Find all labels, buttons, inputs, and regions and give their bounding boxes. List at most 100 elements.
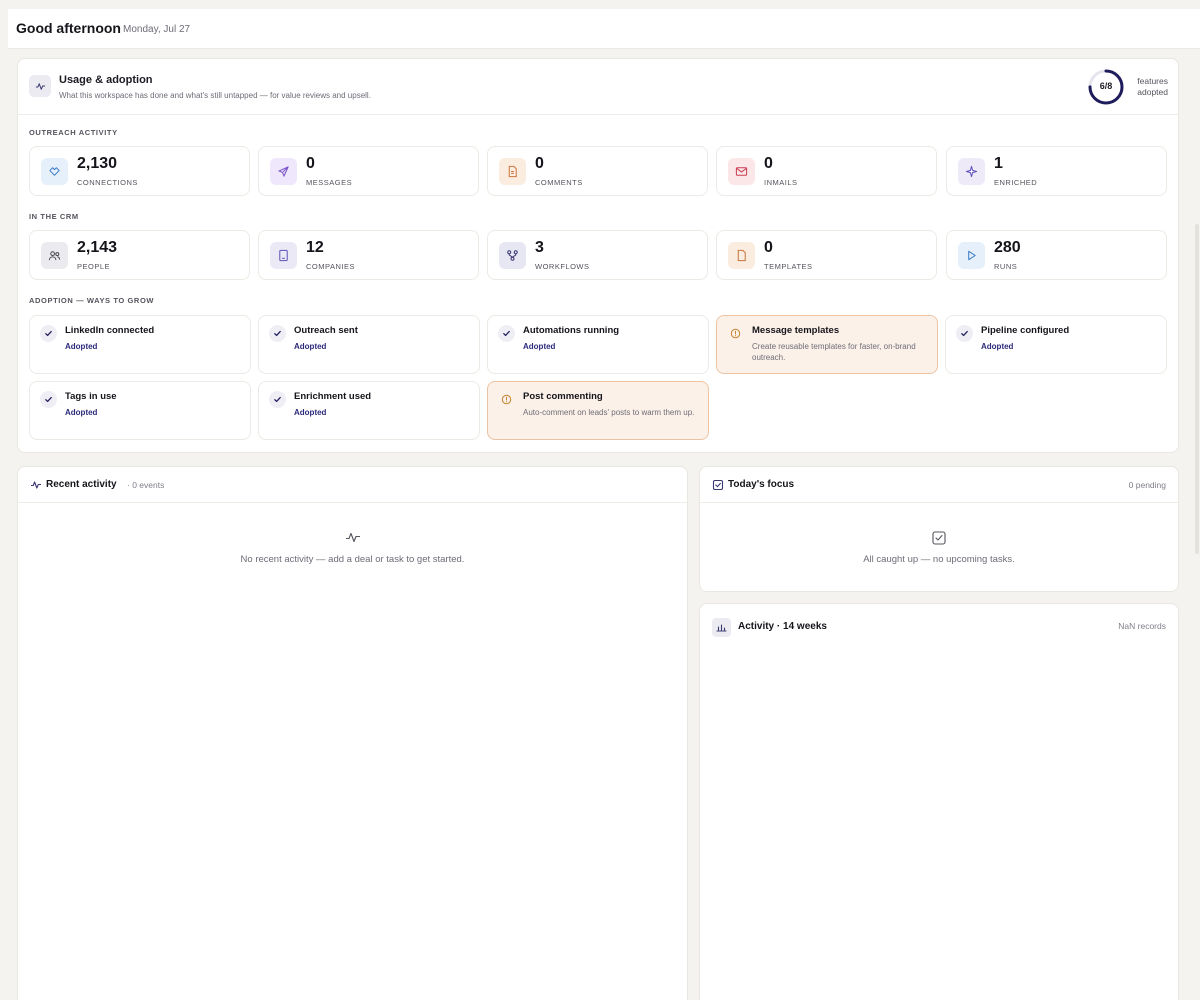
handshake-icon — [41, 158, 68, 185]
top-bar: Good afternoon Monday, Jul 27 — [8, 9, 1200, 49]
recent-activity-header: Recent activity · 0 events — [18, 467, 687, 503]
pulse-icon — [346, 532, 360, 543]
activity-weeks-header: Activity · 14 weeks NaN records — [700, 604, 1178, 648]
info-icon — [498, 391, 515, 408]
info-icon — [727, 325, 744, 342]
stat-comments[interactable]: 0 COMMENTS — [487, 146, 708, 196]
adoption-section-label: ADOPTION — WAYS TO GROW — [29, 296, 155, 305]
feature-pipeline-configured[interactable]: Pipeline configured Adopted — [945, 315, 1167, 374]
feature-status: Adopted — [65, 342, 98, 351]
stat-label: PEOPLE — [77, 262, 111, 271]
usage-title: Usage & adoption — [59, 74, 153, 86]
stat-value: 2,143 — [77, 239, 118, 256]
feature-message-templates[interactable]: Message templates Create reusable templa… — [716, 315, 938, 374]
usage-adoption-card: Usage & adoption What this workspace has… — [17, 58, 1179, 453]
crm-section-label: IN THE CRM — [29, 212, 79, 221]
feature-enrichment-used[interactable]: Enrichment used Adopted — [258, 381, 480, 440]
feature-title: Post commenting — [523, 391, 603, 402]
feature-status: Adopted — [523, 342, 556, 351]
workflow-icon — [499, 242, 526, 269]
stat-companies[interactable]: 12 COMPANIES — [258, 230, 479, 280]
check-icon — [40, 325, 57, 342]
pulse-icon — [31, 481, 41, 489]
feature-title: Enrichment used — [294, 391, 372, 402]
file-icon — [728, 242, 755, 269]
checkbox-icon — [712, 479, 724, 491]
adopted-label-line2: adopted — [1137, 87, 1168, 97]
stat-value: 280 — [994, 239, 1021, 256]
feature-status: Adopted — [65, 408, 98, 417]
stat-value: 1 — [994, 155, 1003, 172]
feature-automations-running[interactable]: Automations running Adopted — [487, 315, 709, 374]
stat-label: RUNS — [994, 262, 1018, 271]
stat-label: COMPANIES — [306, 262, 355, 271]
check-icon — [269, 391, 286, 408]
bar-chart-icon — [712, 618, 731, 637]
todays-focus-header: Today's focus 0 pending — [700, 467, 1178, 503]
feature-post-commenting[interactable]: Post commenting Auto-comment on leads' p… — [487, 381, 709, 440]
stat-value: 12 — [306, 239, 324, 256]
feature-status: Adopted — [981, 342, 1014, 351]
feature-title: Message templates — [752, 325, 840, 336]
current-date: Monday, Jul 27 — [123, 24, 191, 35]
stat-value: 2,130 — [77, 155, 118, 172]
check-icon — [956, 325, 973, 342]
stat-people[interactable]: 2,143 PEOPLE — [29, 230, 250, 280]
check-icon — [40, 391, 57, 408]
stat-value: 0 — [535, 155, 544, 172]
pending-count: 0 pending — [1128, 480, 1166, 490]
recent-empty-message: No recent activity — add a deal or task … — [240, 554, 465, 565]
mail-icon — [728, 158, 755, 185]
feature-status: Adopted — [294, 342, 327, 351]
document-icon — [499, 158, 526, 185]
recent-activity-title: Recent activity — [46, 479, 117, 490]
stat-value: 0 — [764, 239, 773, 256]
stat-value: 0 — [306, 155, 315, 172]
stat-inmails[interactable]: 0 INMAILS — [716, 146, 937, 196]
feature-title: Outreach sent — [294, 325, 358, 336]
stat-enriched[interactable]: 1 ENRICHED — [946, 146, 1167, 196]
pulse-icon — [29, 75, 51, 97]
stat-messages[interactable]: 0 MESSAGES — [258, 146, 479, 196]
adopted-label-line1: features — [1137, 76, 1168, 86]
stat-label: MESSAGES — [306, 178, 353, 187]
feature-title: Tags in use — [65, 391, 117, 402]
usage-subtitle: What this workspace has done and what's … — [59, 91, 371, 100]
records-count: NaN records — [1118, 621, 1166, 631]
todays-focus-panel: Today's focus 0 pending All caught up — … — [699, 466, 1179, 592]
stat-label: CONNECTIONS — [77, 178, 138, 187]
feature-title: Pipeline configured — [981, 325, 1070, 336]
outreach-section-label: OUTREACH ACTIVITY — [29, 128, 118, 137]
adopted-label: features adopted — [1132, 76, 1168, 98]
todays-focus-title: Today's focus — [728, 479, 795, 490]
send-icon — [270, 158, 297, 185]
usage-header: Usage & adoption What this workspace has… — [18, 59, 1178, 115]
stat-connections[interactable]: 2,130 CONNECTIONS — [29, 146, 250, 196]
stat-label: WORKFLOWS — [535, 262, 590, 271]
greeting: Good afternoon — [16, 20, 121, 36]
stat-label: ENRICHED — [994, 178, 1038, 187]
feature-title: Automations running — [523, 325, 620, 336]
check-icon — [269, 325, 286, 342]
stat-runs[interactable]: 280 RUNS — [946, 230, 1167, 280]
stat-label: COMMENTS — [535, 178, 583, 187]
recent-activity-count: · 0 events — [127, 480, 165, 490]
page-scrollbar[interactable] — [1195, 224, 1199, 554]
play-icon — [958, 242, 985, 269]
feature-outreach-sent[interactable]: Outreach sent Adopted — [258, 315, 480, 374]
feature-description: Create reusable templates for faster, on… — [752, 342, 916, 362]
recent-activity-panel: Recent activity · 0 events No recent act… — [17, 466, 688, 1000]
activity-weeks-title: Activity · 14 weeks — [738, 621, 827, 632]
stat-label: INMAILS — [764, 178, 798, 187]
feature-status: Adopted — [294, 408, 327, 417]
stat-workflows[interactable]: 3 WORKFLOWS — [487, 230, 708, 280]
stat-templates[interactable]: 0 TEMPLATES — [716, 230, 937, 280]
stat-value: 0 — [764, 155, 773, 172]
stat-label: TEMPLATES — [764, 262, 813, 271]
building-icon — [270, 242, 297, 269]
checkbox-icon — [932, 531, 946, 545]
feature-description: Auto-comment on leads' posts to warm the… — [523, 408, 695, 417]
feature-linkedin-connected[interactable]: LinkedIn connected Adopted — [29, 315, 251, 374]
feature-tags-in-use[interactable]: Tags in use Adopted — [29, 381, 251, 440]
people-icon — [41, 242, 68, 269]
